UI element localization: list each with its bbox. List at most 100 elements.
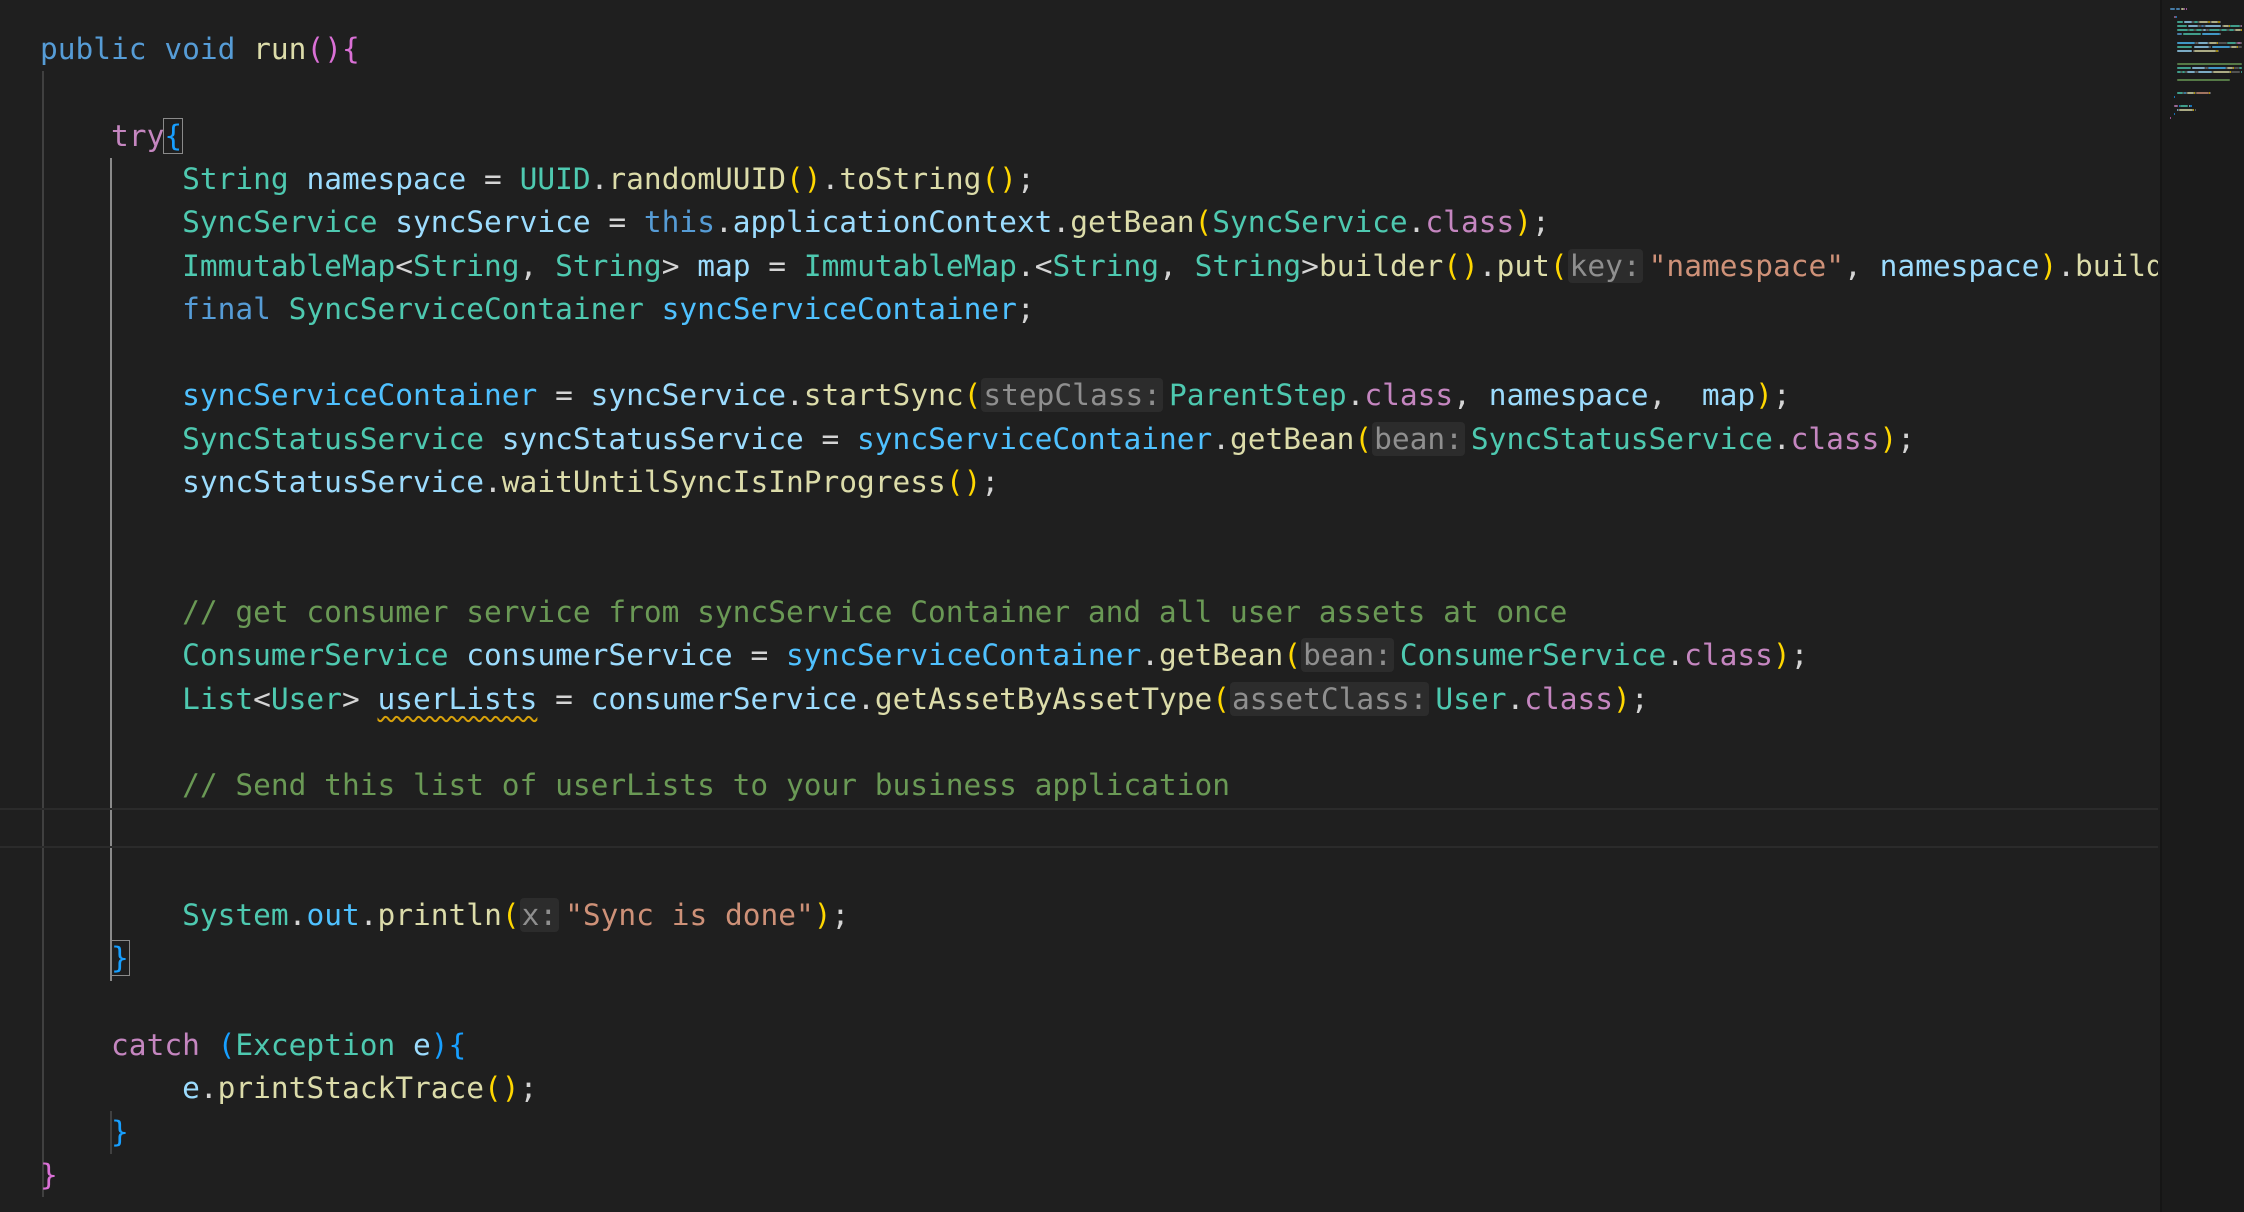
code-token[interactable]: > (662, 249, 698, 283)
code-comment[interactable]: // get consumer service from syncService… (182, 595, 1567, 629)
code-line-syncservice-decl[interactable]: SyncService syncService = this.applicati… (40, 201, 2158, 244)
code-token[interactable] (377, 205, 395, 239)
code-token[interactable]: run (253, 32, 306, 66)
code-token[interactable]: SyncStatusService (182, 422, 484, 456)
code-token[interactable]: ; (981, 465, 999, 499)
code-token[interactable]: namespace (1880, 249, 2040, 283)
code-token[interactable]: void (164, 32, 235, 66)
code-token[interactable]: String (182, 162, 289, 196)
code-token[interactable]: consumerService (591, 682, 857, 716)
code-token[interactable]: class (1791, 422, 1880, 456)
code-token[interactable]: User (271, 682, 342, 716)
code-token[interactable]: class (1425, 205, 1514, 239)
code-token[interactable]: List (182, 682, 253, 716)
code-token[interactable] (40, 1071, 182, 1105)
code-token[interactable]: . (360, 898, 378, 932)
code-token[interactable]: ( (1550, 249, 1568, 283)
code-token[interactable] (644, 292, 662, 326)
code-token[interactable]: = (751, 249, 804, 283)
code-token[interactable]: } (110, 940, 130, 977)
code-token[interactable] (147, 32, 165, 66)
code-line-blank-6[interactable] (40, 807, 2158, 850)
code-token[interactable]: > (342, 682, 378, 716)
code-token[interactable]: getAssetByAssetType (875, 682, 1212, 716)
code-token[interactable]: = (537, 682, 590, 716)
code-token[interactable]: ConsumerService (1400, 638, 1666, 672)
code-line-try-open[interactable]: try{ (40, 115, 2158, 158)
code-token[interactable] (40, 898, 182, 932)
code-line-blank-4[interactable] (40, 548, 2158, 591)
code-token[interactable]: ParentStep (1169, 378, 1347, 412)
code-token[interactable] (449, 638, 467, 672)
code-token[interactable]: = (733, 638, 786, 672)
code-token[interactable]: . (1666, 638, 1684, 672)
code-token[interactable] (40, 378, 182, 412)
code-token[interactable]: () (1443, 249, 1479, 283)
code-token[interactable]: SyncService (182, 205, 377, 239)
code-token[interactable] (40, 465, 182, 499)
code-token[interactable]: getBean (1070, 205, 1194, 239)
code-line-blank-8[interactable] (40, 981, 2158, 1024)
code-token[interactable]: this (644, 205, 715, 239)
code-token[interactable]: println (378, 898, 502, 932)
code-token[interactable]: ConsumerService (182, 638, 448, 672)
code-token[interactable]: = (804, 422, 857, 456)
code-line-catch-close[interactable]: } (40, 1111, 2158, 1154)
code-line-userlists-decl[interactable]: List<User> userLists = consumerService.g… (40, 678, 2158, 721)
code-token[interactable]: . (1773, 422, 1791, 456)
code-line-catch-open[interactable]: catch (Exception e){ (40, 1024, 2158, 1067)
code-token[interactable]: syncStatusService (182, 465, 484, 499)
code-line-blank-3[interactable] (40, 504, 2158, 547)
code-token[interactable]: String (1195, 249, 1302, 283)
code-token[interactable]: SyncServiceContainer (289, 292, 644, 326)
code-token[interactable]: build (2075, 249, 2158, 283)
code-token[interactable]: () (981, 162, 1017, 196)
code-token[interactable] (40, 162, 182, 196)
code-token[interactable]: . (822, 162, 840, 196)
code-token[interactable]: = (591, 205, 644, 239)
code-line-map-decl[interactable]: ImmutableMap<String, String> map = Immut… (40, 245, 2158, 288)
code-token[interactable]: ) (1613, 682, 1631, 716)
code-line-consumer-decl[interactable]: ConsumerService consumerService = syncSe… (40, 634, 2158, 677)
code-token[interactable]: ( (1283, 638, 1301, 672)
code-token[interactable]: ; (1017, 292, 1035, 326)
code-token[interactable] (40, 595, 182, 629)
code-token[interactable]: , (1844, 249, 1880, 283)
code-token[interactable]: , (520, 249, 556, 283)
code-token[interactable] (40, 249, 182, 283)
code-token[interactable]: printStackTrace (218, 1071, 484, 1105)
code-token[interactable]: final (182, 292, 271, 326)
code-token[interactable]: SyncStatusService (1471, 422, 1773, 456)
code-token[interactable]: try (111, 119, 164, 153)
code-line-run-signature[interactable]: public void run(){ (40, 28, 2158, 71)
code-token[interactable] (235, 32, 253, 66)
code-token[interactable]: ( (1212, 682, 1230, 716)
code-line-blank-7[interactable] (40, 851, 2158, 894)
code-token[interactable]: ) (1514, 205, 1532, 239)
code-token[interactable]: ImmutableMap (182, 249, 395, 283)
code-token[interactable]: syncServiceContainer (662, 292, 1017, 326)
code-token[interactable]: . (1141, 638, 1159, 672)
code-token[interactable] (40, 119, 111, 153)
code-token[interactable] (40, 205, 182, 239)
code-token[interactable]: ( (1354, 422, 1372, 456)
code-token[interactable] (40, 638, 182, 672)
code-token[interactable]: consumerService (466, 638, 732, 672)
code-token[interactable]: ( (502, 898, 520, 932)
code-token[interactable]: System (182, 898, 289, 932)
code-line-comment-consumer[interactable]: // get consumer service from syncService… (40, 591, 2158, 634)
code-token[interactable]: applicationContext (733, 205, 1053, 239)
code-token[interactable]: < (253, 682, 271, 716)
code-token[interactable]: e (413, 1028, 431, 1062)
code-token[interactable]: builder (1319, 249, 1443, 283)
code-token[interactable]: String (413, 249, 520, 283)
code-token[interactable]: syncServiceContainer (182, 378, 537, 412)
code-line-wait-until[interactable]: syncStatusService.waitUntilSyncIsInProgr… (40, 461, 2158, 504)
code-token[interactable]: } (40, 1158, 58, 1192)
code-line-blank-5[interactable] (40, 721, 2158, 764)
code-line-blank-2[interactable] (40, 331, 2158, 374)
code-token[interactable]: , (1649, 378, 1702, 412)
code-token[interactable]: . (1052, 205, 1070, 239)
code-line-println[interactable]: System.out.println(x: "Sync is done"); (40, 894, 2158, 937)
code-token[interactable]: () (786, 162, 822, 196)
